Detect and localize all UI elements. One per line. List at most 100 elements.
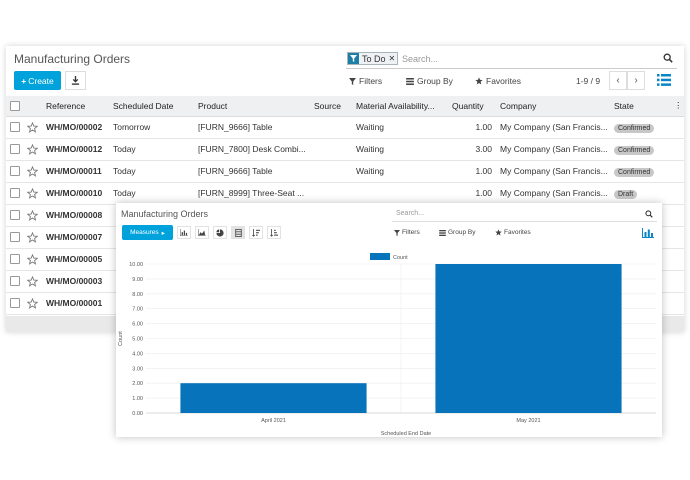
column-header-company[interactable]: Company [496, 96, 610, 117]
x-tick-label: May 2021 [516, 418, 540, 424]
star-icon[interactable] [27, 143, 38, 155]
graph-group-by-label: Group By [448, 229, 476, 236]
create-button[interactable]: + Create [14, 71, 61, 90]
row-checkbox[interactable] [10, 276, 20, 287]
y-tick-label: 9.00 [132, 277, 143, 283]
y-tick-label: 0.00 [132, 411, 143, 417]
search-input[interactable]: Search... [402, 54, 438, 64]
star-icon[interactable] [27, 275, 38, 287]
product-cell: [FURN_8999] Three-Seat ... [194, 182, 310, 205]
table-row[interactable]: WH/MO/00010 Today [FURN_8999] Three-Seat… [6, 182, 684, 205]
column-header-quantity[interactable]: Quantity [448, 96, 496, 117]
filters-dropdown[interactable]: Filters [349, 76, 382, 86]
search-icon[interactable] [663, 53, 673, 63]
material-availability-cell: Waiting [352, 138, 448, 161]
graph-group-by-dropdown[interactable]: Group By [439, 229, 475, 236]
reference-cell: WH/MO/00011 [42, 160, 109, 183]
star-icon[interactable] [27, 209, 38, 221]
company-cell: My Company (San Francis... [496, 116, 610, 139]
chart-bar[interactable] [180, 383, 367, 413]
product-cell: [FURN_9666] Table [194, 116, 310, 139]
row-checkbox[interactable] [10, 166, 20, 177]
reference-cell: WH/MO/00003 [42, 270, 109, 293]
graph-search-input[interactable]: Search... [396, 210, 424, 217]
star-icon[interactable] [27, 297, 38, 309]
measures-button[interactable]: Measures ▸ [122, 225, 173, 240]
y-tick-label: 2.00 [132, 381, 143, 387]
graph-search-bar[interactable]: Search... [392, 207, 657, 222]
search-bar[interactable]: To Do ✕ Search... [346, 51, 677, 69]
quantity-cell: 1.00 [448, 116, 496, 139]
select-all-checkbox[interactable] [6, 96, 23, 117]
plus-icon: + [21, 75, 27, 86]
row-checkbox[interactable] [10, 122, 20, 133]
table-row[interactable]: WH/MO/00012 Today [FURN_7800] Desk Combi… [6, 138, 684, 161]
row-checkbox[interactable] [10, 144, 20, 155]
star-icon[interactable] [27, 187, 38, 199]
scheduled-date-cell: Today [109, 138, 194, 161]
state-cell: Confirmed [610, 138, 670, 161]
stacked-button[interactable] [231, 226, 245, 239]
sort-ascending-icon [270, 228, 278, 237]
row-checkbox[interactable] [10, 188, 20, 199]
column-header-material-availability[interactable]: Material Availability... [352, 96, 448, 117]
reference-cell: WH/MO/00002 [42, 116, 109, 139]
graph-page-title: Manufacturing Orders [121, 209, 209, 219]
star-icon[interactable] [27, 231, 38, 243]
download-button[interactable] [65, 71, 86, 90]
bar-chart-button[interactable] [177, 226, 191, 239]
search-facet[interactable]: To Do ✕ [347, 52, 399, 65]
star-icon[interactable] [27, 121, 38, 133]
source-cell [310, 138, 352, 161]
list-view-icon[interactable] [657, 74, 671, 86]
sort-descending-button[interactable] [249, 226, 263, 239]
reference-cell: WH/MO/00012 [42, 138, 109, 161]
filter-icon [348, 53, 359, 64]
column-header-scheduled-date[interactable]: Scheduled Date [109, 96, 194, 117]
table-row[interactable]: WH/MO/00011 Today [FURN_9666] Table Wait… [6, 160, 684, 183]
star-icon[interactable] [27, 253, 38, 265]
pie-chart-button[interactable] [213, 226, 227, 239]
graph-view-icon[interactable] [642, 228, 654, 238]
row-checkbox[interactable] [10, 210, 20, 221]
quantity-cell: 1.00 [448, 182, 496, 205]
graph-filters-dropdown[interactable]: Filters [394, 229, 420, 236]
quantity-cell: 1.00 [448, 160, 496, 183]
pager-previous-button[interactable]: ‹ [609, 71, 627, 90]
y-tick-label: 3.00 [132, 366, 143, 372]
pager-next-button[interactable]: › [627, 71, 645, 90]
star-icon[interactable] [27, 165, 38, 177]
row-checkbox[interactable] [10, 254, 20, 265]
graph-favorites-dropdown[interactable]: Favorites [495, 229, 531, 236]
chart-bar[interactable] [435, 264, 622, 413]
row-checkbox[interactable] [10, 232, 20, 243]
checkbox[interactable] [10, 101, 20, 112]
search-icon[interactable] [645, 210, 653, 218]
table-row[interactable]: WH/MO/00002 Tomorrow [FURN_9666] Table W… [6, 116, 684, 139]
group-by-label: Group By [417, 76, 453, 86]
row-checkbox[interactable] [10, 298, 20, 309]
scheduled-date-cell: Today [109, 160, 194, 183]
favorites-dropdown[interactable]: Favorites [475, 76, 521, 86]
column-header-product[interactable]: Product [194, 96, 310, 117]
column-header-state[interactable]: State [610, 96, 670, 117]
y-tick-label: 1.00 [132, 396, 143, 402]
group-by-dropdown[interactable]: Group By [406, 76, 453, 86]
legend-swatch [370, 253, 390, 260]
chart-container: Count 0.00 1.00 2.00 3.00 4.00 5.00 6.00 7.00 8.… [116, 245, 662, 437]
pager-value[interactable]: 1-9 / 9 [576, 76, 600, 86]
line-chart-button[interactable] [195, 226, 209, 239]
product-cell: [FURN_7800] Desk Combi... [194, 138, 310, 161]
column-header-reference[interactable]: Reference [42, 96, 109, 117]
y-tick-label: 10.00 [129, 262, 143, 268]
legend-label[interactable]: Count [393, 255, 408, 261]
remove-facet-icon[interactable]: ✕ [389, 54, 398, 63]
status-badge: Confirmed [614, 167, 655, 177]
column-options-icon[interactable]: ⋮ [670, 96, 684, 117]
column-header-source[interactable]: Source [310, 96, 352, 117]
status-badge: Confirmed [614, 123, 655, 133]
x-axis-ticks: April 2021 May 2021 [261, 418, 540, 424]
y-tick-label: 7.00 [132, 307, 143, 313]
sort-ascending-button[interactable] [267, 226, 281, 239]
favorite-column-header [23, 96, 42, 117]
